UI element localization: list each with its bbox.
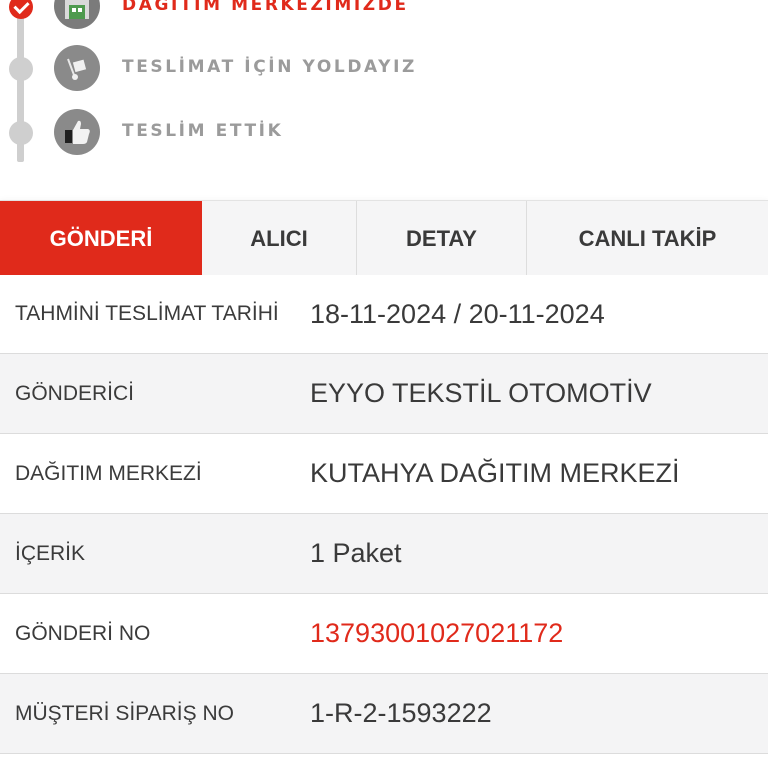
timeline-step-on-the-way: TESLİMAT İÇİN YOLDAYIZ — [0, 43, 768, 93]
tab-shipment[interactable]: GÖNDERİ — [0, 201, 202, 289]
tab-live-tracking[interactable]: CANLI TAKİP — [527, 201, 768, 276]
warehouse-icon — [54, 0, 100, 29]
info-value: KUTAHYA DAĞITIM MERKEZİ — [310, 458, 680, 488]
tab-bar: GÖNDERİ ALICI DETAY CANLI TAKİP — [0, 200, 768, 289]
tab-recipient[interactable]: ALICI — [202, 201, 357, 276]
info-value: 1-R-2-1593222 — [310, 698, 492, 728]
timeline-step-label: TESLİMAT İÇİN YOLDAYIZ — [122, 57, 417, 77]
info-key: TAHMİNİ TESLİMAT TARİHİ — [15, 302, 279, 325]
pending-dot-icon — [9, 121, 33, 145]
info-key: DAĞITIM MERKEZİ — [15, 461, 202, 485]
info-key: GÖNDERİCİ — [15, 381, 135, 405]
thumbs-up-icon — [54, 109, 100, 155]
shipment-number-link[interactable]: 13793001027021172 — [310, 618, 563, 649]
timeline-step-delivered: TESLİM ETTİK — [0, 107, 768, 157]
tab-detail[interactable]: DETAY — [357, 201, 527, 276]
timeline-step-distribution-center: DAĞITIM MERKEZİMİZDE — [0, 0, 768, 31]
shipment-timeline: DAĞITIM MERKEZİMİZDE TESLİMAT İÇİN YOLDA… — [0, 0, 768, 195]
check-icon — [9, 0, 33, 19]
info-value: EYYO TEKSTİL OTOMOTİV — [310, 378, 652, 408]
hand-truck-icon — [54, 45, 100, 91]
info-row-content: İÇERİK 1 Paket — [0, 514, 768, 594]
info-value: 1 Paket — [310, 538, 402, 568]
info-row-sender: GÖNDERİCİ EYYO TEKSTİL OTOMOTİV — [0, 354, 768, 434]
info-row-shipment-number: GÖNDERİ NO 13793001027021172 — [0, 594, 768, 674]
info-row-estimated-delivery: TAHMİNİ TESLİMAT TARİHİ 18-11-2024 / 20-… — [0, 275, 768, 354]
timeline-step-label: TESLİM ETTİK — [122, 121, 284, 141]
shipment-info-table: TAHMİNİ TESLİMAT TARİHİ 18-11-2024 / 20-… — [0, 275, 768, 754]
info-key: İÇERİK — [15, 541, 86, 565]
info-row-customer-order-number: MÜŞTERİ SİPARİŞ NO 1-R-2-1593222 — [0, 674, 768, 754]
pending-dot-icon — [9, 57, 33, 81]
info-key: GÖNDERİ NO — [15, 621, 151, 645]
timeline-step-label: DAĞITIM MERKEZİMİZDE — [122, 0, 409, 15]
info-value: 18-11-2024 / 20-11-2024 — [310, 298, 605, 329]
info-row-distribution-center: DAĞITIM MERKEZİ KUTAHYA DAĞITIM MERKEZİ — [0, 434, 768, 514]
info-key: MÜŞTERİ SİPARİŞ NO — [15, 701, 234, 725]
